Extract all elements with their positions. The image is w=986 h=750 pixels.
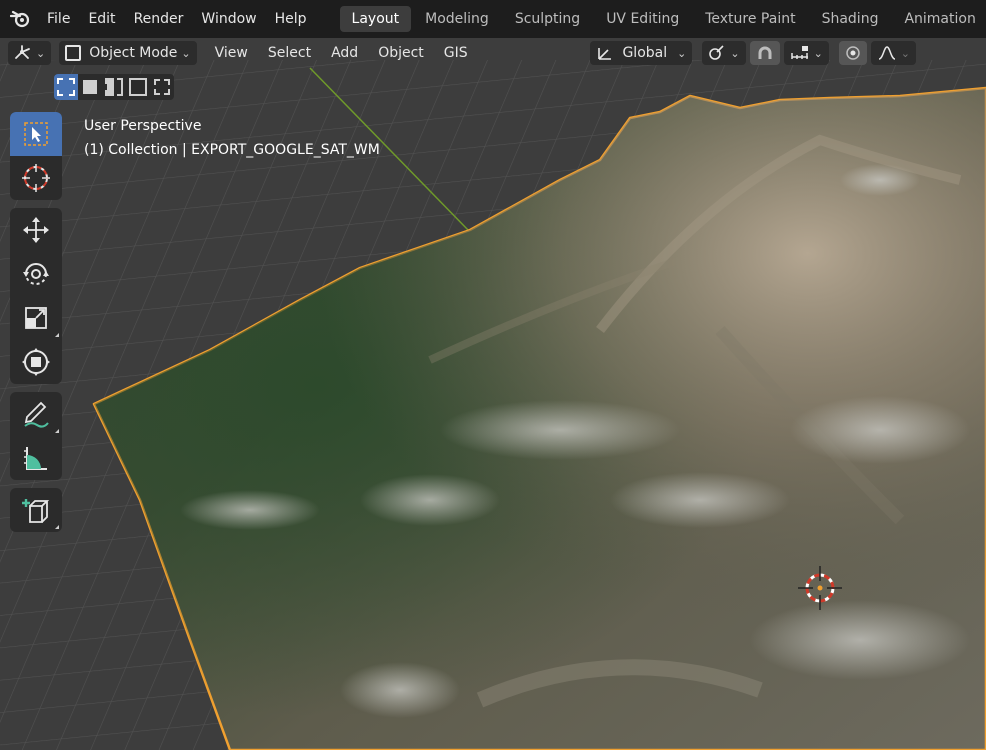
- editor-type-icon: [15, 45, 30, 59]
- collection-info: (1) Collection | EXPORT_GOOGLE_SAT_WM: [84, 142, 380, 158]
- header-right-tools: Global ⌄ ⌄ ⌄ ⌄: [590, 38, 916, 68]
- tab-animation[interactable]: Animation: [892, 6, 986, 32]
- chevron-down-icon: ⌄: [36, 46, 46, 60]
- chevron-down-icon: ⌄: [181, 46, 191, 60]
- tool-group-transform: [10, 208, 62, 384]
- menu-window[interactable]: Window: [192, 11, 265, 27]
- scale-icon: [25, 307, 47, 329]
- menu-select[interactable]: Select: [258, 45, 321, 61]
- falloff-dropdown[interactable]: ⌄: [870, 41, 916, 65]
- select-new-button[interactable]: [54, 74, 78, 100]
- workspace-tabs: Layout Modeling Sculpting UV Editing Tex…: [339, 6, 986, 32]
- tab-modeling[interactable]: Modeling: [413, 6, 501, 32]
- tab-texture-paint[interactable]: Texture Paint: [693, 6, 807, 32]
- tool-scale[interactable]: [10, 296, 62, 340]
- tool-add-cube[interactable]: [10, 488, 62, 532]
- proportional-editing-toggle[interactable]: [838, 41, 867, 65]
- transform-icon: [22, 348, 50, 376]
- tool-options-indicator: [55, 333, 59, 337]
- rotate-icon: [23, 263, 49, 285]
- blender-logo-icon[interactable]: [10, 8, 30, 30]
- mode-label: Object Mode: [89, 45, 178, 61]
- menu-add[interactable]: Add: [321, 45, 368, 61]
- cursor-icon: [22, 164, 50, 192]
- snap-increment-icon: [790, 46, 808, 59]
- menu-file[interactable]: File: [38, 11, 79, 27]
- tool-group-select: [10, 112, 62, 200]
- menu-object[interactable]: Object: [368, 45, 434, 61]
- selection-mode-group: [54, 74, 174, 100]
- tool-group-annotate: [10, 392, 62, 480]
- orientation-label: Global: [622, 45, 668, 61]
- magnet-icon: [758, 46, 772, 59]
- menu-edit[interactable]: Edit: [79, 11, 124, 27]
- snap-toggle[interactable]: [749, 41, 780, 65]
- tool-rotate[interactable]: [10, 252, 62, 296]
- snap-target-dropdown[interactable]: ⌄: [783, 41, 829, 65]
- select-extend-icon: [83, 80, 97, 94]
- viewport-info: User Perspective (1) Collection | EXPORT…: [84, 114, 380, 162]
- editor-type-button[interactable]: ⌄: [8, 41, 52, 65]
- select-invert-button[interactable]: [126, 74, 150, 100]
- tool-move[interactable]: [10, 208, 62, 252]
- add-cube-icon: [22, 499, 50, 523]
- select-subtract-icon: [105, 78, 123, 96]
- orientation-icon: [598, 48, 612, 60]
- select-new-icon: [57, 78, 75, 96]
- 3d-viewport[interactable]: [0, 0, 986, 750]
- tool-transform[interactable]: [10, 340, 62, 384]
- menu-view[interactable]: View: [205, 45, 258, 61]
- view-name: User Perspective: [84, 118, 202, 134]
- menu-render[interactable]: Render: [125, 11, 193, 27]
- select-subtract-button[interactable]: [102, 74, 126, 100]
- tool-options-indicator: [55, 525, 59, 529]
- tool-group-add: [10, 488, 62, 532]
- pivot-link-icon: [709, 45, 724, 60]
- transform-orientation-dropdown[interactable]: Global ⌄: [590, 41, 693, 65]
- annotate-pencil-icon: [24, 401, 49, 428]
- tool-options-indicator: [55, 429, 59, 433]
- tool-annotate[interactable]: [10, 392, 62, 436]
- tab-shading[interactable]: Shading: [810, 6, 891, 32]
- move-icon: [23, 217, 49, 243]
- proportional-editing-icon: [846, 46, 860, 60]
- chevron-down-icon: ⌄: [900, 46, 910, 60]
- tab-uv-editing[interactable]: UV Editing: [594, 6, 691, 32]
- tool-measure[interactable]: [10, 436, 62, 480]
- tab-layout[interactable]: Layout: [339, 6, 412, 32]
- measure-ruler-icon: [24, 447, 47, 470]
- chevron-down-icon: ⌄: [730, 46, 740, 60]
- menu-help[interactable]: Help: [266, 11, 316, 27]
- viewport-header: ⌄ Object Mode ⌄ View Select Add Object G…: [0, 38, 986, 68]
- mode-dropdown[interactable]: Object Mode ⌄: [59, 41, 197, 65]
- select-box-icon: [24, 122, 48, 146]
- select-extend-button[interactable]: [78, 74, 102, 100]
- object-mode-icon: [65, 45, 82, 61]
- top-bar: File Edit Render Window Help Layout Mode…: [0, 0, 986, 38]
- tool-cursor[interactable]: [10, 156, 62, 200]
- tool-shelf: [10, 112, 62, 540]
- menu-gis[interactable]: GIS: [434, 45, 478, 61]
- select-intersect-button[interactable]: [150, 74, 174, 100]
- select-invert-icon: [129, 78, 147, 96]
- select-intersect-icon: [154, 79, 170, 95]
- falloff-curve-icon: [878, 46, 896, 60]
- pivot-point-dropdown[interactable]: ⌄: [702, 41, 746, 65]
- tool-select-box[interactable]: [10, 112, 62, 156]
- chevron-down-icon: ⌄: [677, 46, 687, 60]
- chevron-down-icon: ⌄: [813, 46, 823, 60]
- tab-sculpting[interactable]: Sculpting: [503, 6, 592, 32]
